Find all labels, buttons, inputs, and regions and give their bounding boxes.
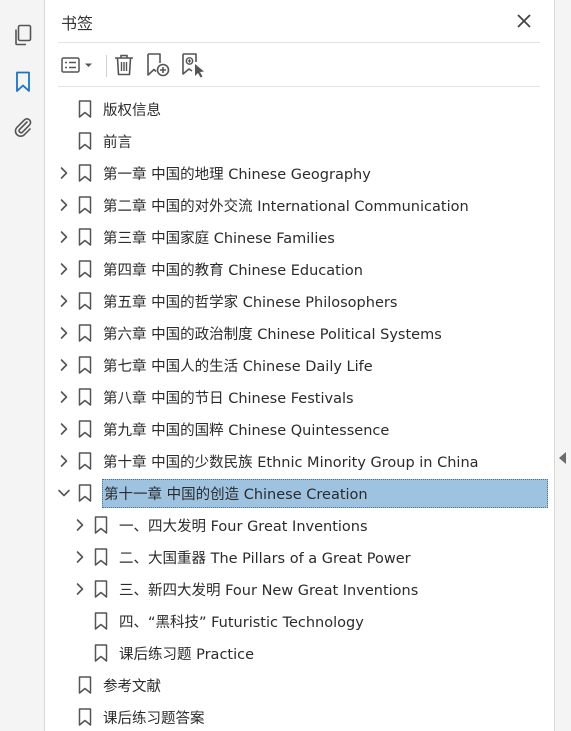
bookmark-icon <box>78 388 94 406</box>
bookmark-from-selection-icon[interactable] <box>180 51 206 79</box>
bookmark-item[interactable]: 第十章 中国的少数民族 Ethnic Minority Group in Chi… <box>56 446 479 476</box>
bookmark-item[interactable]: 第七章 中国人的生活 Chinese Daily Life <box>56 350 373 380</box>
chevron-right-icon[interactable] <box>56 165 72 181</box>
collapse-panel-icon[interactable] <box>559 452 566 464</box>
bookmark-item[interactable]: 二、大国重器 The Pillars of a Great Power <box>72 542 411 572</box>
bookmark-item[interactable]: 第十一章 中国的创造 Chinese Creation <box>56 478 548 508</box>
toolbar-divider <box>58 86 540 87</box>
chevron-right-icon[interactable] <box>72 517 88 533</box>
chevron-right-icon[interactable] <box>56 261 72 277</box>
header-divider <box>58 42 540 43</box>
bookmark-item[interactable]: 第三章 中国家庭 Chinese Families <box>56 222 335 252</box>
bookmarks-toolbar <box>46 48 554 82</box>
close-icon[interactable] <box>512 9 536 33</box>
bookmark-label: 第五章 中国的哲学家 Chinese Philosophers <box>103 294 398 311</box>
navigation-rail <box>0 0 45 731</box>
bookmark-label: 课后练习题答案 <box>103 710 205 727</box>
bookmark-item[interactable]: 第六章 中国的政治制度 Chinese Political Systems <box>56 318 442 348</box>
bookmark-item[interactable]: 第一章 中国的地理 Chinese Geography <box>56 158 371 188</box>
bookmark-item[interactable]: 第八章 中国的节日 Chinese Festivals <box>56 382 354 412</box>
bookmark-icon <box>94 580 110 598</box>
bookmark-icon <box>78 292 94 310</box>
bookmark-icon <box>94 516 110 534</box>
bookmarks-icon[interactable] <box>9 68 37 96</box>
chevron-right-icon[interactable] <box>56 229 72 245</box>
chevron-right-icon[interactable] <box>56 325 72 341</box>
bookmark-label: 三、新四大发明 Four New Great Inventions <box>119 582 419 599</box>
bookmark-item[interactable]: 前言 <box>56 126 132 156</box>
chevron-right-icon[interactable] <box>72 549 88 565</box>
bookmark-item[interactable]: 第五章 中国的哲学家 Chinese Philosophers <box>56 286 397 316</box>
bookmark-icon <box>78 356 94 374</box>
bookmark-label: 四、“黑科技” Futuristic Technology <box>119 614 364 631</box>
bookmark-icon <box>78 260 94 278</box>
bookmark-icon <box>78 196 94 214</box>
bookmark-item[interactable]: 第四章 中国的教育 Chinese Education <box>56 254 363 284</box>
bookmark-label: 一、四大发明 Four Great Inventions <box>119 518 368 535</box>
bookmark-icon <box>78 676 94 694</box>
bookmark-icon <box>78 132 94 150</box>
bookmark-icon <box>78 324 94 342</box>
chevron-down-icon[interactable] <box>56 485 72 501</box>
bookmark-label: 第十章 中国的少数民族 Ethnic Minority Group in Chi… <box>103 454 479 471</box>
chevron-right-icon[interactable] <box>56 453 72 469</box>
bookmark-label: 第十一章 中国的创造 Chinese Creation <box>102 478 548 508</box>
bookmarks-panel: 书签 版权信息 前言 第一章 中国的地理 Chinese Geography 第… <box>46 0 554 731</box>
chevron-right-icon[interactable] <box>56 293 72 309</box>
bookmark-item[interactable]: 课后练习题 Practice <box>72 638 254 668</box>
bookmark-icon <box>78 164 94 182</box>
chevron-right-icon[interactable] <box>56 357 72 373</box>
bookmark-item[interactable]: 第九章 中国的国粹 Chinese Quintessence <box>56 414 389 444</box>
chevron-right-icon[interactable] <box>56 421 72 437</box>
bookmark-icon <box>94 644 110 662</box>
bookmark-label: 第六章 中国的政治制度 Chinese Political Systems <box>103 326 442 343</box>
bookmark-label: 前言 <box>103 134 132 151</box>
panel-title: 书签 <box>61 14 94 33</box>
bookmark-icon <box>78 100 94 118</box>
bookmark-label: 第二章 中国的对外交流 International Communication <box>103 198 469 215</box>
bookmark-label: 参考文献 <box>103 678 161 695</box>
bookmark-icon <box>78 452 94 470</box>
bookmark-icon <box>78 228 94 246</box>
chevron-right-icon[interactable] <box>72 581 88 597</box>
bookmark-label: 第三章 中国家庭 Chinese Families <box>103 230 335 247</box>
bookmark-icon <box>94 612 110 630</box>
bookmark-item[interactable]: 版权信息 <box>56 94 161 124</box>
toolbar-separator <box>106 55 107 77</box>
bookmark-label: 第四章 中国的教育 Chinese Education <box>103 262 363 279</box>
chevron-right-icon[interactable] <box>56 197 72 213</box>
bookmark-label: 第一章 中国的地理 Chinese Geography <box>103 166 371 183</box>
bookmark-icon <box>78 708 94 726</box>
bookmark-label: 课后练习题 Practice <box>119 646 255 663</box>
bookmark-icon <box>78 420 94 438</box>
bookmark-label: 二、大国重器 The Pillars of a Great Power <box>119 550 411 567</box>
bookmark-item[interactable]: 三、新四大发明 Four New Great Inventions <box>72 574 418 604</box>
options-menu-icon[interactable] <box>60 51 96 79</box>
bookmark-label: 版权信息 <box>103 102 161 119</box>
chevron-right-icon[interactable] <box>56 389 72 405</box>
bookmark-label: 第八章 中国的节日 Chinese Festivals <box>103 390 354 407</box>
new-bookmark-icon[interactable] <box>145 51 171 79</box>
pages-icon[interactable] <box>9 21 37 49</box>
panel-splitter[interactable] <box>554 0 571 731</box>
bookmark-item[interactable]: 一、四大发明 Four Great Inventions <box>72 510 368 540</box>
bookmark-icon <box>78 484 94 502</box>
bookmark-item[interactable]: 参考文献 <box>56 670 161 700</box>
bookmark-icon <box>94 548 110 566</box>
panel-header: 书签 <box>46 0 554 42</box>
bookmark-item[interactable]: 课后练习题答案 <box>56 702 205 731</box>
bookmark-item[interactable]: 第二章 中国的对外交流 International Communication <box>56 190 469 220</box>
bookmark-item[interactable]: 四、“黑科技” Futuristic Technology <box>72 606 364 636</box>
bookmark-label: 第九章 中国的国粹 Chinese Quintessence <box>103 422 390 439</box>
delete-icon[interactable] <box>112 51 136 79</box>
bookmark-label: 第七章 中国人的生活 Chinese Daily Life <box>103 358 373 375</box>
attachments-icon[interactable] <box>9 113 37 141</box>
